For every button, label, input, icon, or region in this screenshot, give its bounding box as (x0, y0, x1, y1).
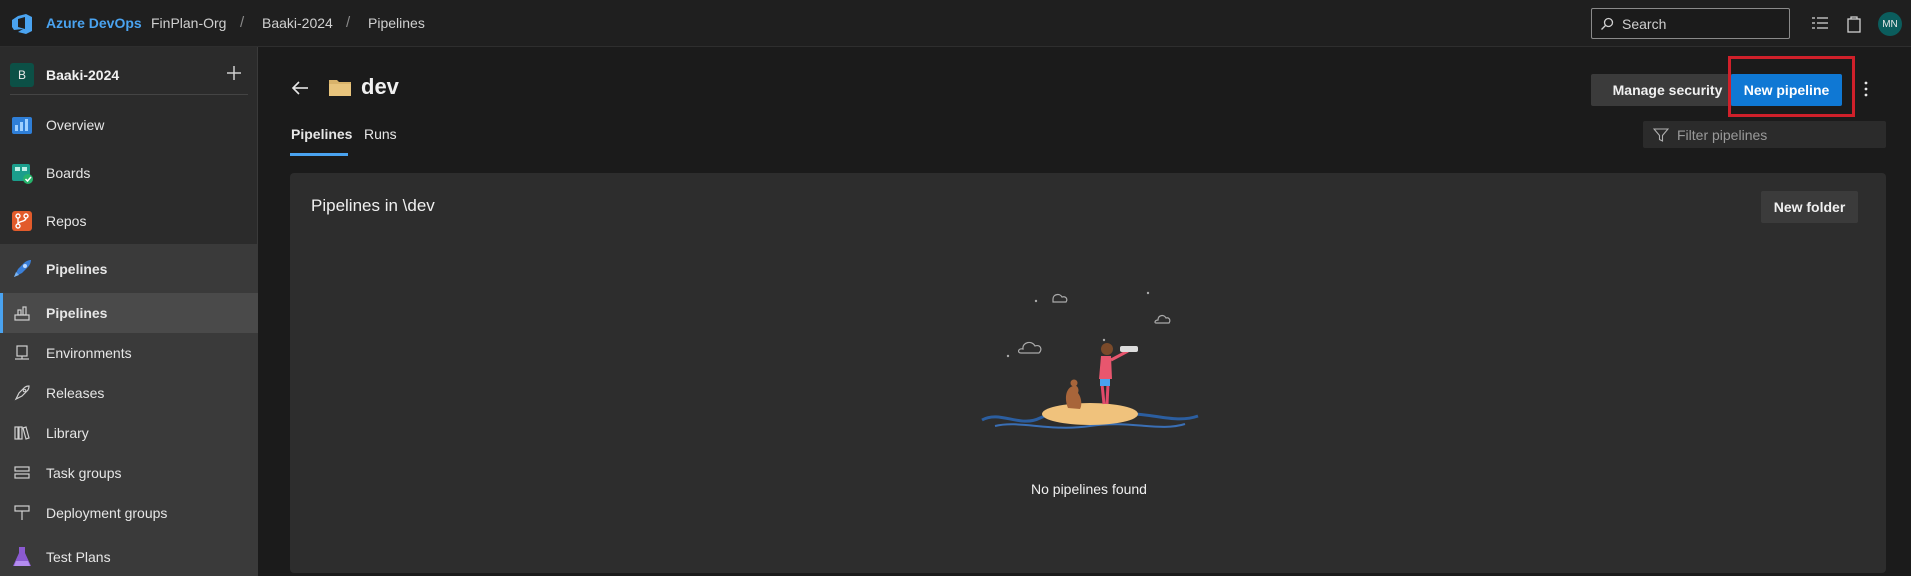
new-folder-button[interactable]: New folder (1761, 191, 1858, 223)
tab-pipelines[interactable]: Pipelines (291, 126, 352, 142)
brand-link[interactable]: Azure DevOps (46, 15, 142, 31)
folder-icon (329, 80, 351, 96)
project-avatar: B (10, 63, 34, 87)
empty-state-illustration (981, 291, 1199, 429)
pipelines-rocket-icon (14, 260, 31, 277)
filter-pipelines-input[interactable]: Filter pipelines (1643, 121, 1886, 148)
search-label: Search (1622, 15, 1667, 32)
library-books-icon (14, 426, 30, 440)
sidebar-item-label: Library (46, 425, 89, 441)
sidebar-item-test-plans[interactable]: Test Plans (0, 537, 258, 576)
manage-security-button[interactable]: Manage security (1591, 74, 1744, 106)
breadcrumb-separator: / (346, 14, 351, 31)
search-icon (1601, 17, 1614, 30)
project-header[interactable]: B Baaki-2024 (10, 59, 248, 91)
highlight-annotation (1728, 56, 1855, 117)
task-groups-icon (14, 466, 30, 479)
sidebar-item-label: Repos (46, 213, 87, 229)
breadcrumb-project[interactable]: Baaki-2024 (262, 15, 333, 31)
top-bar: Azure DevOps FinPlan-Org / Baaki-2024 / … (0, 0, 1911, 47)
search-box[interactable]: Search (1591, 8, 1790, 39)
sidebar-item-pipelines-hub[interactable]: Pipelines (0, 249, 258, 289)
filter-funnel-icon (1653, 127, 1669, 142)
sidebar-item-label: Releases (46, 385, 105, 401)
deployment-groups-icon (14, 505, 30, 520)
breadcrumb-separator: / (240, 14, 245, 31)
divider (10, 94, 248, 95)
sidebar-item-environments[interactable]: Environments (0, 333, 258, 373)
pipelines-icon (14, 306, 30, 321)
sidebar-item-label: Pipelines (46, 305, 108, 321)
breadcrumb-section[interactable]: Pipelines (368, 15, 425, 31)
sidebar-item-label: Overview (46, 117, 105, 133)
sidebar-item-pipelines[interactable]: Pipelines (0, 293, 258, 333)
marketplace-bag-icon[interactable] (1843, 13, 1865, 35)
boards-icon (12, 164, 33, 184)
sidebar-item-overview[interactable]: Overview (0, 105, 258, 145)
user-avatar[interactable]: MN (1878, 12, 1902, 36)
sidebar-item-label: Environments (46, 345, 132, 361)
sidebar-item-label: Test Plans (46, 549, 111, 565)
sidebar-item-boards[interactable]: Boards (0, 153, 258, 193)
sidebar-item-label: Task groups (46, 465, 122, 481)
tab-runs[interactable]: Runs (364, 126, 397, 142)
sidebar-item-deployment-groups[interactable]: Deployment groups (0, 493, 258, 533)
breadcrumb-org[interactable]: FinPlan-Org (151, 15, 226, 31)
back-arrow-icon[interactable] (290, 78, 310, 98)
sidebar-item-library[interactable]: Library (0, 413, 258, 453)
empty-state-message: No pipelines found (1031, 481, 1147, 497)
sidebar-item-label: Boards (46, 165, 91, 181)
environments-icon (15, 345, 29, 360)
sidebar-item-label: Pipelines (46, 261, 108, 277)
more-actions-icon[interactable] (1863, 80, 1869, 98)
task-list-icon[interactable] (1809, 13, 1831, 35)
releases-rocket-icon (14, 385, 30, 401)
plus-icon[interactable] (224, 63, 244, 83)
filter-placeholder: Filter pipelines (1677, 126, 1768, 143)
project-name: Baaki-2024 (46, 67, 120, 83)
repos-icon (12, 211, 32, 231)
test-plans-flask-icon (13, 547, 31, 566)
sidebar-item-releases[interactable]: Releases (0, 373, 258, 413)
active-tab-indicator (290, 153, 348, 156)
page-title: dev (361, 74, 399, 99)
overview-icon (12, 117, 32, 134)
sidebar-item-repos[interactable]: Repos (0, 201, 258, 241)
sidebar-item-label: Deployment groups (46, 505, 168, 521)
card-title: Pipelines in \dev (311, 196, 435, 215)
azure-devops-logo-icon[interactable] (10, 12, 34, 36)
